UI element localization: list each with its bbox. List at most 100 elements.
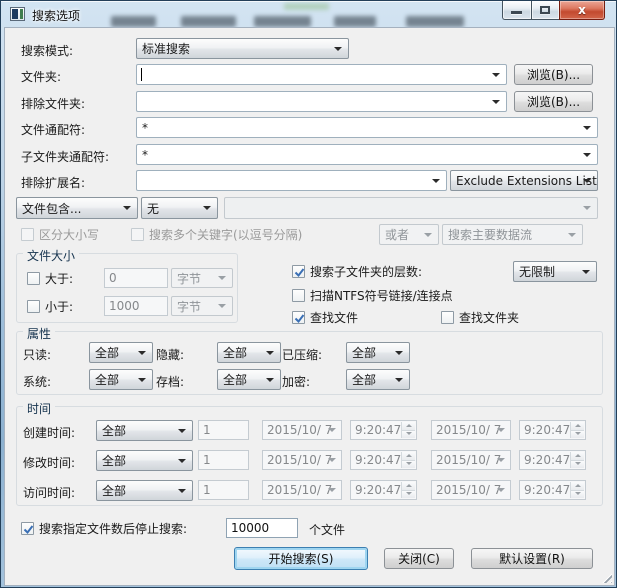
chevron-down-icon bbox=[583, 153, 591, 157]
subfolder-depth-label: 搜索子文件夹的层数: bbox=[310, 263, 422, 280]
compressed-label: 已压缩: bbox=[282, 346, 322, 363]
created-from-time-spinner: 9:20:47 bbox=[350, 420, 417, 440]
ntfs-links-checkbox[interactable]: 扫描NTFS符号链接/连接点 bbox=[292, 288, 453, 303]
less-than-unit-select: 字节 bbox=[171, 296, 233, 316]
content-encoding-select[interactable]: 无 bbox=[141, 197, 218, 219]
chevron-down-icon bbox=[138, 351, 146, 355]
accessed-from-date-picker: 2015/10/ 7 bbox=[262, 480, 342, 500]
file-wildcard-input[interactable]: * bbox=[136, 117, 598, 138]
accessed-time-mode-select[interactable]: 全部 bbox=[96, 480, 193, 501]
maximize-icon bbox=[540, 6, 550, 14]
chevron-down-icon bbox=[568, 233, 576, 237]
encrypted-label: 加密: bbox=[282, 373, 310, 390]
exclude-ext-input[interactable] bbox=[136, 170, 447, 191]
app-icon bbox=[10, 7, 25, 21]
multi-keyword-label: 搜索多个关键字(以逗号分隔) bbox=[149, 226, 302, 243]
up-down-spinner-icon bbox=[570, 452, 584, 468]
up-down-spinner-icon bbox=[401, 482, 415, 498]
system-select[interactable]: 全部 bbox=[89, 369, 153, 390]
exclude-extensions-list-value: Exclude Extensions List bbox=[456, 174, 597, 188]
multi-keyword-checkbox: 搜索多个关键字(以逗号分隔) bbox=[131, 227, 302, 242]
chevron-down-icon bbox=[218, 276, 226, 280]
modified-to-time-spinner: 9:20:47 bbox=[519, 450, 586, 470]
content-mode-value: 文件包含... bbox=[22, 200, 81, 217]
created-time-mode-select[interactable]: 全部 bbox=[96, 420, 193, 441]
up-down-spinner-icon bbox=[401, 422, 415, 438]
chevron-down-icon bbox=[328, 488, 336, 492]
window-title: 搜索选项 bbox=[32, 7, 80, 24]
exclude-folder-label: 排除文件夹: bbox=[21, 95, 85, 112]
checkbox-checked-icon bbox=[21, 522, 34, 535]
find-folders-checkbox[interactable]: 查找文件夹 bbox=[441, 310, 519, 325]
browse-folder-button[interactable]: 浏览(B)... bbox=[514, 64, 593, 85]
chevron-down-icon bbox=[583, 126, 591, 130]
modified-from-date-picker: 2015/10/ 7 bbox=[262, 450, 342, 470]
exclude-folder-input[interactable] bbox=[136, 91, 507, 112]
search-mode-label: 搜索模式: bbox=[21, 42, 73, 59]
chevron-down-icon bbox=[432, 179, 440, 183]
archive-select[interactable]: 全部 bbox=[217, 369, 281, 390]
data-stream-value: 搜索主要数据流 bbox=[448, 226, 532, 243]
browse-exclude-folder-button[interactable]: 浏览(B)... bbox=[514, 91, 593, 112]
close-dialog-button[interactable]: 关闭(C) bbox=[384, 548, 454, 569]
search-options-dialog: 搜索选项 x 搜索模式: 标准搜索 文件夹: 浏览(B)... 排除文件夹: 浏… bbox=[0, 0, 617, 588]
chevron-down-icon bbox=[334, 47, 342, 51]
chevron-down-icon bbox=[328, 458, 336, 462]
subfolder-depth-select[interactable]: 无限制 bbox=[513, 261, 597, 282]
file-count-input[interactable]: 10000 bbox=[226, 518, 298, 538]
start-search-button[interactable]: 开始搜索(S) bbox=[234, 547, 368, 570]
created-to-date-picker: 2015/10/ 7 bbox=[431, 420, 511, 440]
checkbox-icon bbox=[131, 228, 144, 241]
hidden-label: 隐藏: bbox=[156, 346, 184, 363]
modified-time-label: 修改时间: bbox=[23, 454, 75, 471]
archive-label: 存档: bbox=[156, 373, 184, 390]
folder-input[interactable] bbox=[136, 64, 507, 85]
greater-than-checkbox[interactable]: 大于: bbox=[27, 271, 73, 286]
or-and-select: 或者 bbox=[379, 224, 439, 245]
hidden-select[interactable]: 全部 bbox=[217, 342, 281, 363]
find-files-checkbox[interactable]: 查找文件 bbox=[292, 310, 358, 325]
chevron-down-icon bbox=[266, 351, 274, 355]
exclude-extensions-list-select[interactable]: Exclude Extensions List bbox=[450, 170, 598, 191]
case-sensitive-checkbox: 区分大小写 bbox=[21, 227, 99, 242]
created-time-label: 创建时间: bbox=[23, 424, 75, 441]
subfolder-depth-checkbox[interactable]: 搜索子文件夹的层数: bbox=[292, 264, 422, 279]
chevron-down-icon bbox=[218, 304, 226, 308]
search-mode-select[interactable]: 标准搜索 bbox=[136, 38, 349, 59]
created-to-time-spinner: 9:20:47 bbox=[519, 420, 586, 440]
close-icon: x bbox=[560, 3, 604, 17]
chevron-down-icon bbox=[492, 100, 500, 104]
up-down-spinner-icon bbox=[401, 452, 415, 468]
minimize-button[interactable] bbox=[502, 1, 531, 20]
close-button[interactable]: x bbox=[559, 1, 605, 20]
up-down-spinner-icon bbox=[570, 422, 584, 438]
time-group-title: 时间 bbox=[23, 400, 55, 417]
background-blur-blob bbox=[111, 16, 156, 27]
compressed-select[interactable]: 全部 bbox=[346, 342, 410, 363]
or-and-value: 或者 bbox=[385, 226, 409, 243]
greater-than-label: 大于: bbox=[45, 270, 73, 287]
subfolder-wildcard-value: * bbox=[142, 148, 148, 162]
less-than-checkbox[interactable]: 小于: bbox=[27, 299, 73, 314]
stop-after-count-label: 搜索指定文件数后停止搜索: bbox=[39, 520, 187, 537]
file-size-group-title: 文件大小 bbox=[23, 247, 79, 264]
checkbox-icon bbox=[21, 228, 34, 241]
default-settings-button[interactable]: 默认设置(R) bbox=[471, 548, 593, 569]
chevron-down-icon bbox=[497, 428, 505, 432]
text-caret bbox=[141, 68, 142, 81]
encrypted-select[interactable]: 全部 bbox=[346, 369, 410, 390]
chevron-down-icon bbox=[178, 459, 186, 463]
subfolder-wildcard-input[interactable]: * bbox=[136, 144, 598, 165]
created-from-date-picker: 2015/10/ 7 bbox=[262, 420, 342, 440]
maximize-button[interactable] bbox=[531, 1, 559, 20]
stop-after-count-checkbox[interactable]: 搜索指定文件数后停止搜索: bbox=[21, 521, 187, 536]
chevron-down-icon bbox=[328, 428, 336, 432]
readonly-select[interactable]: 全部 bbox=[89, 342, 153, 363]
less-than-unit-value: 字节 bbox=[177, 298, 201, 315]
chevron-down-icon bbox=[583, 206, 591, 210]
search-mode-value: 标准搜索 bbox=[142, 40, 190, 57]
content-mode-select[interactable]: 文件包含... bbox=[16, 197, 138, 219]
created-time-num-input: 1 bbox=[198, 420, 249, 440]
modified-time-mode-select[interactable]: 全部 bbox=[96, 450, 193, 471]
chevron-down-icon bbox=[395, 351, 403, 355]
